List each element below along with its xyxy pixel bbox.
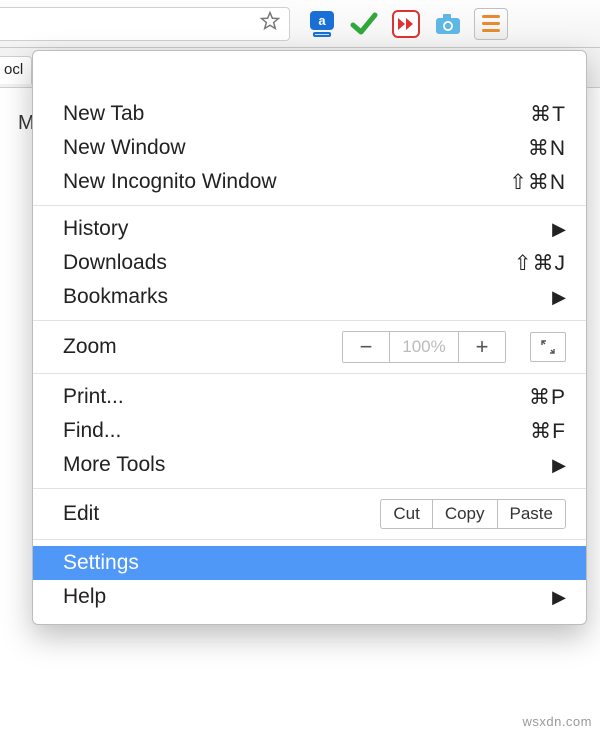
browser-toolbar: a bbox=[0, 0, 600, 48]
shortcut: ⇧⌘J bbox=[514, 251, 566, 276]
menu-separator bbox=[33, 205, 586, 206]
menu-separator bbox=[33, 373, 586, 374]
menu-item-new-incognito[interactable]: New Incognito Window ⇧⌘N bbox=[33, 165, 586, 199]
submenu-arrow-icon: ▶ bbox=[552, 455, 566, 476]
menu-label: Edit bbox=[63, 502, 99, 526]
zoom-controls: − 100% + bbox=[342, 331, 506, 363]
menu-label: Print... bbox=[63, 385, 124, 409]
menu-label: Find... bbox=[63, 419, 121, 443]
paste-button[interactable]: Paste bbox=[497, 499, 566, 529]
zoom-out-button[interactable]: − bbox=[343, 332, 389, 362]
menu-separator bbox=[33, 320, 586, 321]
menu-label: History bbox=[63, 217, 128, 241]
menu-item-edit: Edit Cut Copy Paste bbox=[33, 495, 586, 533]
chrome-main-menu: New Tab ⌘T New Window ⌘N New Incognito W… bbox=[32, 50, 587, 625]
menu-item-downloads[interactable]: Downloads ⇧⌘J bbox=[33, 246, 586, 280]
menu-item-print[interactable]: Print... ⌘P bbox=[33, 380, 586, 414]
submenu-arrow-icon: ▶ bbox=[552, 587, 566, 608]
menu-label: Settings bbox=[63, 551, 139, 575]
svg-text:a: a bbox=[318, 13, 326, 28]
menu-separator bbox=[33, 539, 586, 540]
menu-item-zoom: Zoom − 100% + bbox=[33, 327, 586, 367]
menu-item-more-tools[interactable]: More Tools ▶ bbox=[33, 448, 586, 482]
fastforward-extension-icon[interactable] bbox=[392, 10, 420, 38]
shortcut: ⌘N bbox=[528, 136, 566, 161]
menu-label: Bookmarks bbox=[63, 285, 168, 309]
shortcut: ⌘F bbox=[530, 419, 566, 444]
menu-label: New Incognito Window bbox=[63, 170, 277, 194]
shortcut: ⌘T bbox=[530, 102, 566, 127]
zoom-in-button[interactable]: + bbox=[459, 332, 505, 362]
camera-extension-icon[interactable] bbox=[434, 10, 462, 38]
menu-label: Zoom bbox=[63, 335, 117, 359]
menu-item-new-tab[interactable]: New Tab ⌘T bbox=[33, 97, 586, 131]
copy-button[interactable]: Copy bbox=[433, 499, 497, 529]
hamburger-icon bbox=[482, 15, 500, 32]
fullscreen-button[interactable] bbox=[530, 332, 566, 362]
watermark: wsxdn.com bbox=[522, 714, 592, 729]
menu-label: More Tools bbox=[63, 453, 165, 477]
edit-button-group: Cut Copy Paste bbox=[380, 499, 566, 529]
cut-button[interactable]: Cut bbox=[380, 499, 432, 529]
zoom-value: 100% bbox=[389, 332, 459, 362]
menu-item-find[interactable]: Find... ⌘F bbox=[33, 414, 586, 448]
menu-item-help[interactable]: Help ▶ bbox=[33, 580, 586, 614]
submenu-arrow-icon: ▶ bbox=[552, 219, 566, 240]
tab-fragment[interactable]: ocl bbox=[0, 56, 32, 84]
fullscreen-icon bbox=[540, 339, 556, 355]
extension-icons: a bbox=[308, 10, 462, 38]
checkmark-extension-icon[interactable] bbox=[350, 10, 378, 38]
menu-label: Downloads bbox=[63, 251, 167, 275]
menu-item-new-window[interactable]: New Window ⌘N bbox=[33, 131, 586, 165]
menu-label: New Tab bbox=[63, 102, 144, 126]
menu-label: Help bbox=[63, 585, 106, 609]
menu-item-history[interactable]: History ▶ bbox=[33, 212, 586, 246]
shortcut: ⇧⌘N bbox=[509, 170, 566, 195]
address-bar[interactable] bbox=[0, 7, 290, 41]
menu-item-bookmarks[interactable]: Bookmarks ▶ bbox=[33, 280, 586, 314]
menu-label: New Window bbox=[63, 136, 186, 160]
menu-separator bbox=[33, 488, 586, 489]
submenu-arrow-icon: ▶ bbox=[552, 287, 566, 308]
shortcut: ⌘P bbox=[529, 385, 566, 410]
bookmark-star-icon[interactable] bbox=[259, 10, 281, 37]
amazon-extension-icon[interactable]: a bbox=[308, 10, 336, 38]
menu-item-settings[interactable]: Settings bbox=[33, 546, 586, 580]
hamburger-menu-button[interactable] bbox=[474, 8, 508, 40]
